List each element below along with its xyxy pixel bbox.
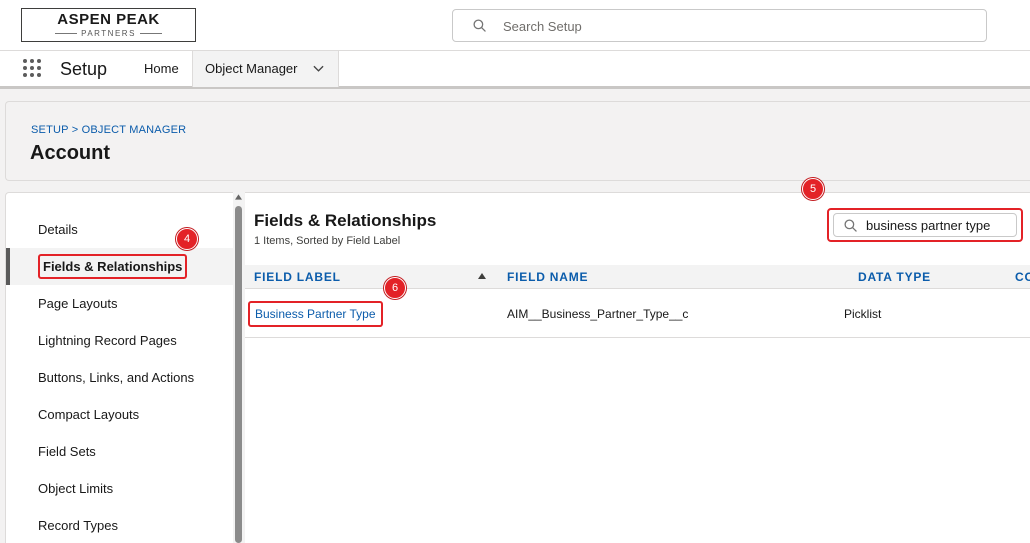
section-title: Fields & Relationships xyxy=(254,211,437,230)
sidebar-item-label: Buttons, Links, and Actions xyxy=(38,370,195,385)
scroll-up-arrow-icon[interactable] xyxy=(235,194,242,200)
sidebar-item-compact-layouts[interactable]: Compact Layouts xyxy=(6,396,234,433)
tab-object-manager[interactable]: Object Manager xyxy=(192,51,339,87)
page-title: Account xyxy=(30,142,110,164)
tab-home-label: Home xyxy=(144,61,179,76)
fields-relationships-panel: Fields & Relationships 1 Items, Sorted b… xyxy=(245,192,1030,543)
sidebar-item-fields-relationships[interactable]: Fields & Relationships xyxy=(6,248,234,285)
app-launcher-icon[interactable] xyxy=(22,58,42,78)
section-subtitle: 1 Items, Sorted by Field Label xyxy=(254,235,401,247)
logo-name: ASPEN PEAK xyxy=(57,11,160,28)
step-marker-5: 5 xyxy=(802,178,824,200)
field-label-cell: Business Partner Type xyxy=(248,301,383,327)
sidebar-item-object-limits[interactable]: Object Limits xyxy=(6,470,234,507)
sidebar-item-buttons-links-actions[interactable]: Buttons, Links, and Actions xyxy=(6,359,234,396)
tab-home[interactable]: Home xyxy=(132,51,191,87)
field-name-cell: AIM__Business_Partner_Type__c xyxy=(507,307,689,321)
app-nav-bar: Setup Home Object Manager xyxy=(0,51,1030,89)
tab-object-manager-label: Object Manager xyxy=(205,61,298,76)
column-header-field-label[interactable]: FIELD LABEL xyxy=(254,265,341,289)
sidebar-item-page-layouts[interactable]: Page Layouts xyxy=(6,285,234,322)
step-marker-4: 4 xyxy=(176,228,198,250)
object-header: SETUP > OBJECT MANAGER Account xyxy=(5,101,1030,181)
company-logo[interactable]: ASPEN PEAK PARTNERS xyxy=(21,8,196,42)
sidebar-item-record-types[interactable]: Record Types xyxy=(6,507,234,543)
search-icon xyxy=(473,19,486,32)
quick-find-box[interactable] xyxy=(833,213,1017,237)
scrollbar-thumb[interactable] xyxy=(235,206,242,543)
object-manager-sidebar: Details Fields & Relationships Page Layo… xyxy=(5,192,234,543)
sidebar-item-label: Details xyxy=(38,222,78,237)
search-setup-input[interactable] xyxy=(503,17,973,35)
sidebar-item-label: Object Limits xyxy=(38,481,114,496)
sidebar-item-label: Fields & Relationships xyxy=(38,254,188,279)
sidebar-item-details[interactable]: Details xyxy=(6,211,234,248)
sidebar-item-label: Compact Layouts xyxy=(38,407,140,422)
sidebar-item-label: Field Sets xyxy=(38,444,96,459)
quick-find-input[interactable] xyxy=(866,217,1016,233)
column-header-field-name[interactable]: FIELD NAME xyxy=(507,265,588,289)
global-header: ASPEN PEAK PARTNERS xyxy=(0,0,1030,51)
column-header-controlling[interactable]: CO xyxy=(1015,265,1030,289)
sidebar-item-field-sets[interactable]: Field Sets xyxy=(6,433,234,470)
search-icon xyxy=(844,219,857,232)
sort-ascending-icon[interactable] xyxy=(478,273,486,279)
sidebar-item-label: Page Layouts xyxy=(38,296,118,311)
logo-subtitle: PARTNERS xyxy=(22,29,195,39)
quick-find-highlight xyxy=(827,208,1023,242)
column-header-data-type[interactable]: DATA TYPE xyxy=(858,265,931,289)
chevron-down-icon[interactable] xyxy=(312,65,324,73)
sidebar-item-label: Record Types xyxy=(38,518,118,533)
breadcrumb[interactable]: SETUP > OBJECT MANAGER xyxy=(31,124,186,136)
table-header: FIELD LABEL FIELD NAME DATA TYPE CO xyxy=(245,265,1030,289)
sidebar-item-lightning-record-pages[interactable]: Lightning Record Pages xyxy=(6,322,234,359)
data-type-cell: Picklist xyxy=(844,307,882,321)
global-search[interactable] xyxy=(452,9,987,42)
sidebar-scrollbar[interactable] xyxy=(233,192,244,543)
field-label-link[interactable]: Business Partner Type xyxy=(255,307,376,321)
table-row: Business Partner Type AIM__Business_Part… xyxy=(245,290,1030,338)
sidebar-item-label: Lightning Record Pages xyxy=(38,333,177,348)
app-name: Setup xyxy=(60,59,108,79)
step-marker-6: 6 xyxy=(384,277,406,299)
